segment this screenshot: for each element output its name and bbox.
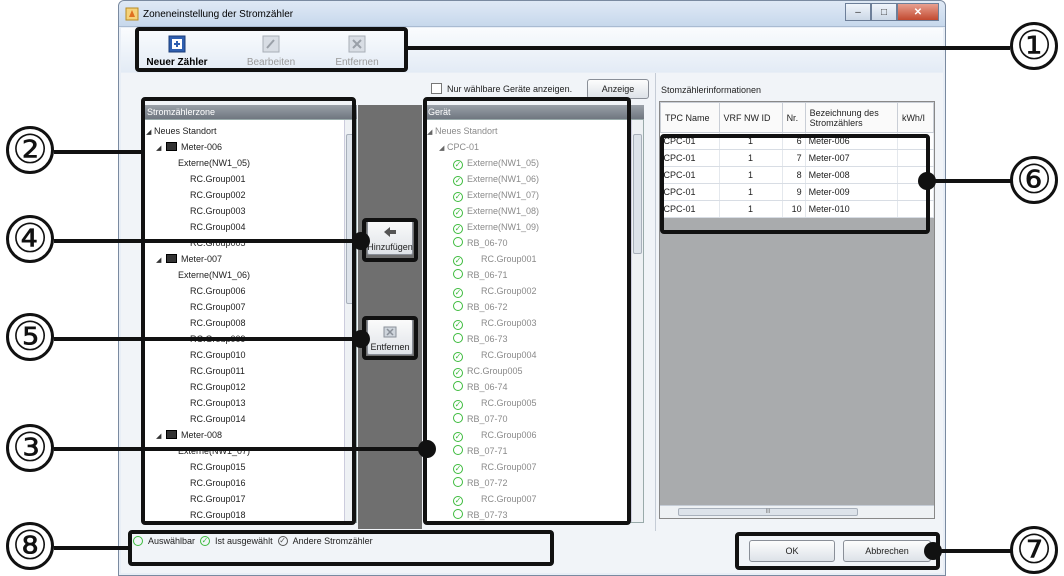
callout-line xyxy=(406,46,1010,50)
column-header[interactable]: Nr. xyxy=(781,102,806,133)
column-header[interactable]: Bezeichnung des Stromzählers xyxy=(804,102,898,133)
table-header-row: TPC Name VRF NW ID Nr. Bezeichnung des Stro… xyxy=(660,102,935,133)
callout-line xyxy=(928,179,1012,183)
meter-zone-highlight xyxy=(141,97,356,525)
selectable-only-label: Nur wählbare Geräte anzeigen. xyxy=(447,84,573,94)
window-title: Zoneneinstellung der Stromzähler xyxy=(143,9,294,20)
selectable-only-checkbox[interactable] xyxy=(431,83,442,94)
callout-7: ⑦ xyxy=(1010,526,1058,574)
horizontal-scrollbar[interactable]: III xyxy=(660,505,934,518)
title-bar: Zoneneinstellung der Stromzähler ‒ □ ✕ xyxy=(119,1,945,27)
column-header[interactable]: TPC Name xyxy=(660,102,720,133)
horizontal-scroll-thumb[interactable]: III xyxy=(678,508,858,516)
vertical-scrollbar[interactable] xyxy=(631,120,643,522)
callout-line xyxy=(54,150,142,154)
callout-4: ④ xyxy=(6,215,54,263)
callout-6: ⑥ xyxy=(1010,156,1058,204)
show-button[interactable]: Anzeige xyxy=(587,79,649,99)
callout-5: ⑤ xyxy=(6,313,54,361)
column-header[interactable]: kWh/I xyxy=(896,102,935,133)
device-highlight xyxy=(423,97,631,525)
callout-line xyxy=(54,546,130,550)
footer-buttons-highlight xyxy=(735,532,940,570)
meter-info-header: Stomzählerinformationen xyxy=(661,85,762,95)
callout-line xyxy=(54,337,358,341)
toolbar-highlight xyxy=(135,27,408,72)
vertical-scroll-thumb[interactable] xyxy=(633,134,642,254)
remove-highlight xyxy=(362,316,418,360)
callout-3: ③ xyxy=(6,424,54,472)
maximize-button[interactable]: □ xyxy=(871,3,897,21)
info-rows-highlight xyxy=(660,134,930,234)
legend-highlight xyxy=(128,530,554,566)
callout-8: ⑧ xyxy=(6,522,54,570)
callout-line xyxy=(936,549,1012,553)
callout-line xyxy=(54,239,358,243)
minimize-button[interactable]: ‒ xyxy=(845,3,871,21)
callout-2: ② xyxy=(6,126,54,174)
app-icon xyxy=(125,7,139,21)
callout-line xyxy=(54,447,426,451)
add-highlight xyxy=(362,218,418,262)
close-button[interactable]: ✕ xyxy=(897,3,939,21)
column-header[interactable]: VRF NW ID xyxy=(718,102,783,133)
callout-1: ① xyxy=(1010,22,1058,70)
